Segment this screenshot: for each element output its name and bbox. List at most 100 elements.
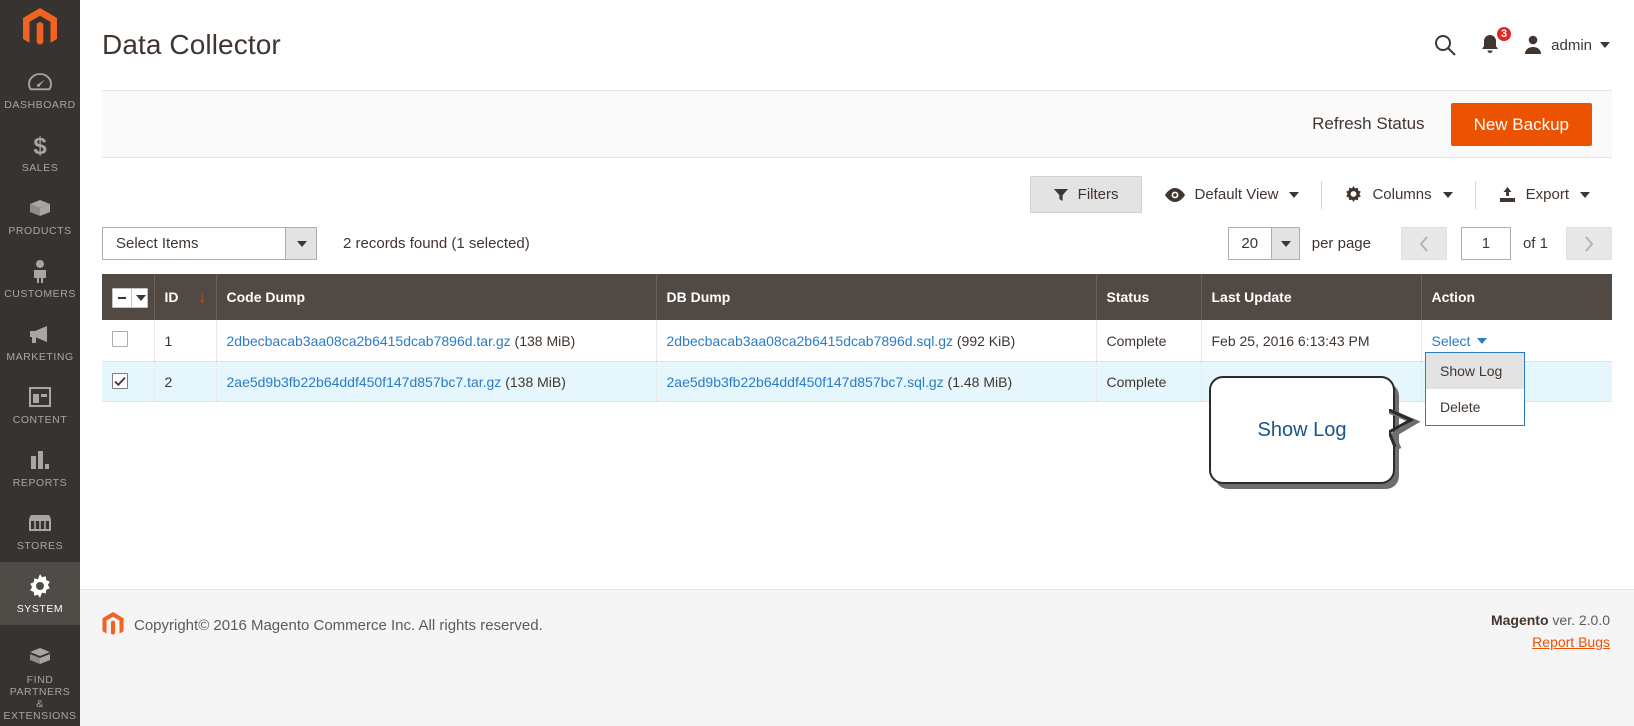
row-last-update: Feb 25, 2016 6:13:43 PM [1201, 320, 1422, 362]
page-actions-bar: Refresh Status New Backup [102, 90, 1612, 158]
sidebar-item-stores[interactable]: STORES [0, 499, 80, 562]
row-checkbox-cell[interactable] [102, 361, 155, 402]
magento-logo-icon [102, 612, 124, 635]
row-code-dump: 2ae5d9b3fb22b64ddf450f147d857bc7.tar.gz … [216, 361, 657, 402]
sidebar-item-label: CUSTOMERS [4, 288, 76, 300]
columns-selector[interactable]: Columns [1322, 185, 1474, 204]
new-backup-button[interactable]: New Backup [1450, 102, 1592, 146]
sidebar-item-label: STORES [16, 540, 64, 552]
db-dump-link[interactable]: 2ae5d9b3fb22b64ddf450f147d857bc7.sql.gz [667, 374, 944, 390]
pagination: 20 per page 1 of 1 [1227, 227, 1612, 260]
column-header-last-update[interactable]: Last Update [1201, 274, 1422, 320]
default-view-label: Default View [1194, 186, 1279, 203]
account-menu[interactable]: admin [1523, 34, 1610, 56]
sidebar-item-dashboard[interactable]: DASHBOARD [0, 58, 80, 121]
notifications-bell-icon[interactable]: 3 [1479, 25, 1514, 57]
sidebar-item-label-line2: & EXTENSIONS [3, 698, 77, 722]
row-status: Complete [1096, 320, 1202, 362]
page-number-input[interactable]: 1 [1460, 227, 1511, 260]
select-all-toggle[interactable] [131, 289, 147, 307]
magento-logo[interactable] [0, 8, 80, 50]
sidebar-item-system[interactable]: SYSTEM [0, 562, 80, 625]
magento-logo-icon [23, 8, 57, 45]
box-icon [27, 195, 53, 221]
chevron-down-icon [1477, 337, 1488, 344]
callout-bubble: Show Log [1209, 376, 1395, 484]
chevron-down-icon [1289, 191, 1300, 198]
column-header-action: Action [1421, 274, 1612, 320]
export-selector[interactable]: Export [1476, 186, 1612, 204]
sidebar-item-label: MARKETING [6, 351, 74, 363]
export-label: Export [1525, 186, 1569, 203]
sidebar-item-label: SYSTEM [16, 603, 64, 615]
column-header-code-dump[interactable]: Code Dump [216, 274, 657, 320]
bar-chart-icon [28, 447, 52, 473]
gear-icon [27, 573, 53, 599]
search-icon[interactable] [1433, 33, 1457, 57]
chevron-left-icon [1419, 235, 1428, 252]
total-pages-label: of 1 [1522, 235, 1548, 252]
per-page-toggle[interactable] [1270, 228, 1299, 259]
page-header: Data Collector 3 admin [80, 0, 1634, 90]
menu-item-delete[interactable]: Delete [1426, 389, 1524, 425]
chevron-down-icon [297, 240, 307, 247]
refresh-status-button[interactable]: Refresh Status [1312, 114, 1424, 134]
sidebar-item-marketing[interactable]: MARKETING [0, 310, 80, 373]
header-actions: 3 admin [1433, 25, 1610, 57]
column-header-status[interactable]: Status [1096, 274, 1202, 320]
megaphone-icon [27, 321, 53, 347]
filter-icon [1053, 188, 1068, 201]
chevron-right-icon [1585, 235, 1594, 252]
sidebar-item-reports[interactable]: REPORTS [0, 436, 80, 499]
row-id: 1 [154, 320, 217, 362]
default-view-selector[interactable]: Default View [1142, 186, 1322, 203]
sidebar-item-sales[interactable]: $ SALES [0, 121, 80, 184]
action-select-button[interactable]: Select [1432, 333, 1488, 349]
code-dump-link[interactable]: 2ae5d9b3fb22b64ddf450f147d857bc7.tar.gz [227, 374, 502, 390]
per-page-select[interactable]: 20 [1227, 227, 1300, 260]
export-icon [1499, 186, 1515, 202]
db-dump-link[interactable]: 2dbecbacab3aa08ca2b6415dcab7896d.sql.gz [667, 333, 953, 349]
puzzle-box-icon [27, 644, 53, 670]
sidebar-item-label: PRODUCTS [8, 225, 72, 237]
row-status: Complete [1096, 361, 1202, 402]
next-page-button[interactable] [1566, 227, 1612, 260]
sidebar-item-customers[interactable]: CUSTOMERS [0, 247, 80, 310]
sidebar-item-content[interactable]: CONTENT [0, 373, 80, 436]
report-bugs-link[interactable]: Report Bugs [1491, 634, 1610, 650]
columns-label: Columns [1372, 186, 1432, 203]
row-checkbox-cell[interactable] [102, 320, 155, 362]
select-all-dropdown[interactable] [112, 288, 148, 308]
check-icon [114, 376, 126, 386]
grid-controls-bar: Select Items 2 records found (1 selected… [102, 227, 1612, 260]
select-all-header[interactable] [102, 274, 155, 320]
action-select-label: Select [1431, 332, 1471, 349]
column-header-id[interactable]: ID ↓ [154, 274, 217, 320]
row-checkbox[interactable] [112, 373, 128, 390]
filters-button[interactable]: Filters [1029, 176, 1142, 213]
select-all-box[interactable] [113, 289, 131, 307]
callout-annotation: Show Log [1209, 376, 1421, 484]
sidebar-item-label: CONTENT [12, 414, 68, 426]
footer-copyright: Copyright© 2016 Magento Commerce Inc. Al… [102, 612, 543, 638]
menu-item-show-log[interactable]: Show Log [1426, 353, 1524, 389]
row-checkbox[interactable] [112, 331, 128, 347]
chevron-down-icon [1580, 191, 1590, 198]
footer-version-area: Magento ver. 2.0.0 Report Bugs [1491, 612, 1610, 650]
chevron-down-icon [1600, 42, 1610, 48]
table-row[interactable]: 1 2dbecbacab3aa08ca2b6415dcab7896d.tar.g… [102, 320, 1612, 362]
account-name: admin [1551, 36, 1592, 54]
code-dump-link[interactable]: 2dbecbacab3aa08ca2b6415dcab7896d.tar.gz [227, 333, 511, 349]
select-items-dropdown[interactable]: Select Items [102, 227, 317, 260]
column-header-db-dump[interactable]: DB Dump [656, 274, 1097, 320]
previous-page-button[interactable] [1400, 227, 1447, 260]
dashboard-icon [28, 69, 52, 95]
callout-pointer-icon [1389, 409, 1421, 450]
svg-text:$: $ [33, 133, 47, 157]
code-dump-size: (138 MiB) [505, 373, 566, 390]
select-items-toggle[interactable] [285, 228, 316, 259]
dollar-icon: $ [30, 132, 50, 158]
footer-version: Magento ver. 2.0.0 [1491, 612, 1610, 628]
sidebar-item-find-partners[interactable]: FIND PARTNERS & EXTENSIONS [0, 633, 80, 726]
sidebar-item-products[interactable]: PRODUCTS [0, 184, 80, 247]
